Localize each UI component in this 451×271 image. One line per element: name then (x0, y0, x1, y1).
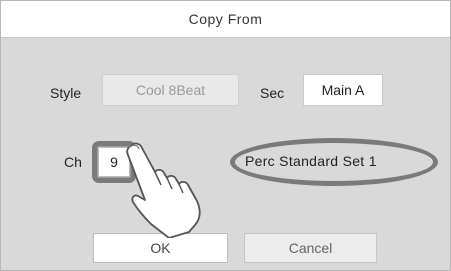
ch-label: Ch (64, 154, 82, 170)
pointing-hand-icon (126, 142, 201, 238)
style-field: Cool 8Beat (102, 74, 239, 106)
copy-from-dialog: Copy From Style Cool 8Beat Sec Main A Ch… (0, 0, 451, 271)
style-label: Style (50, 85, 82, 101)
dialog-title: Copy From (1, 1, 450, 38)
sec-label: Sec (260, 85, 285, 101)
cancel-button[interactable]: Cancel (244, 233, 377, 263)
voice-name[interactable]: Perc Standard Set 1 (245, 153, 430, 169)
sec-field[interactable]: Main A (303, 74, 383, 106)
